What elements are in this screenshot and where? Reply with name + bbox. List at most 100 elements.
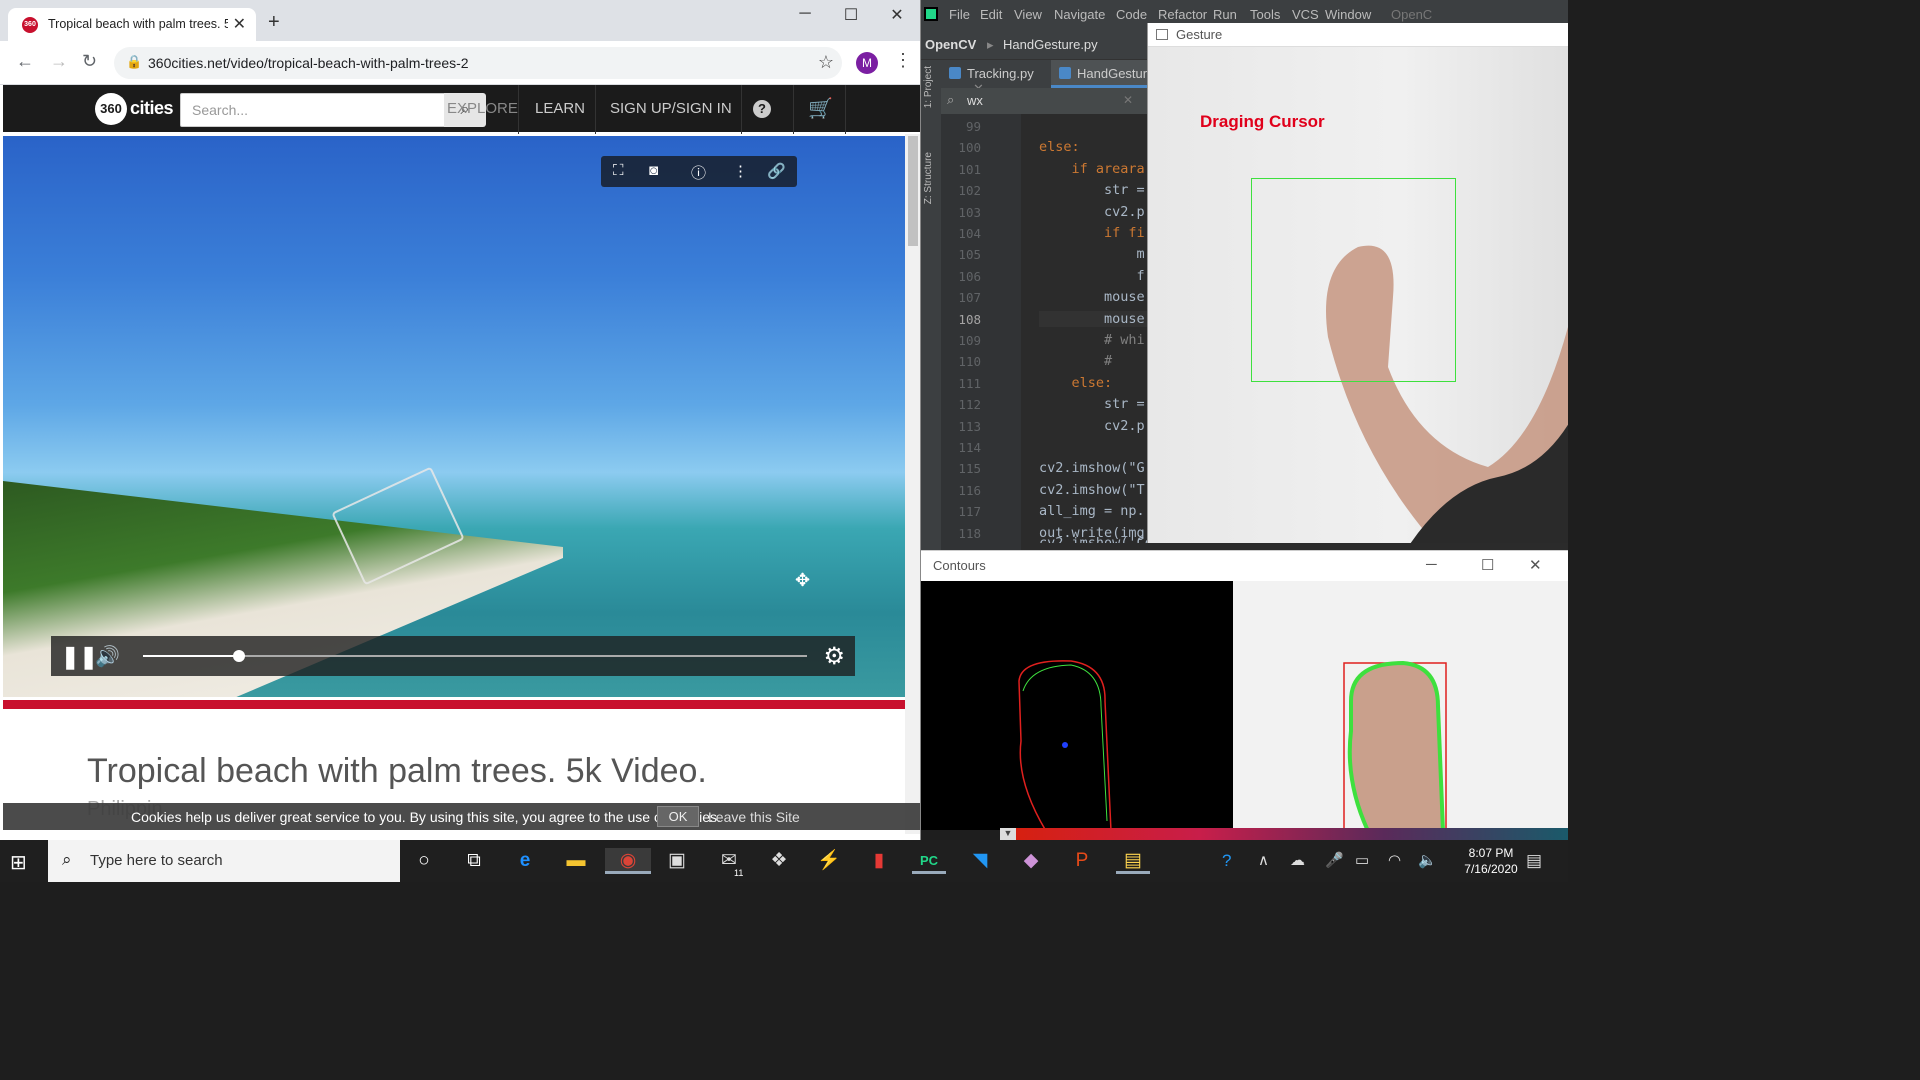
system-clock[interactable]: 8:07 PM 7/16/2020 bbox=[1453, 845, 1529, 877]
file-crumb[interactable]: HandGesture.py bbox=[1003, 37, 1098, 52]
taskbar-search[interactable]: ⌕ Type here to search bbox=[48, 840, 400, 882]
office-icon[interactable]: ▮ bbox=[862, 848, 896, 874]
cortana-icon[interactable]: ○ bbox=[407, 848, 441, 874]
app-bolt-icon[interactable]: ⚡ bbox=[812, 848, 846, 874]
chrome-menu-icon[interactable]: ⋮ bbox=[894, 50, 912, 71]
fullscreen-icon[interactable]: ⛶ bbox=[613, 162, 624, 179]
scrollbar-thumb[interactable] bbox=[908, 136, 918, 246]
nav-learn[interactable]: LEARN bbox=[535, 100, 585, 117]
tab-tracking[interactable]: Tracking.py ✕ bbox=[941, 60, 1059, 96]
maximize-button[interactable]: ☐ bbox=[1481, 556, 1494, 574]
menu-edit[interactable]: Edit bbox=[980, 7, 1002, 22]
vscode-icon[interactable]: ◥ bbox=[963, 848, 997, 874]
volume-tray-icon[interactable]: 🔈 bbox=[1418, 851, 1437, 869]
info-icon[interactable]: ⓘ bbox=[691, 162, 706, 183]
edge-icon[interactable]: e bbox=[508, 848, 542, 874]
find-query[interactable]: wx bbox=[967, 93, 983, 108]
code-line[interactable]: cv2.imshow("G bbox=[1039, 460, 1145, 476]
code-line[interactable]: cv2.imshow("T bbox=[1039, 482, 1145, 498]
menu-code[interactable]: Code bbox=[1116, 7, 1147, 22]
close-window-button[interactable]: ✕ bbox=[874, 5, 920, 25]
menu-view[interactable]: View bbox=[1014, 7, 1042, 22]
code-line[interactable]: str = bbox=[1039, 396, 1145, 412]
powerpoint-icon[interactable]: P bbox=[1065, 848, 1099, 874]
site-search-input[interactable]: Search... bbox=[180, 93, 445, 127]
wifi-icon[interactable]: ◠ bbox=[1388, 851, 1401, 869]
menu-refactor[interactable]: Refactor bbox=[1158, 7, 1207, 22]
code-line[interactable]: mouse bbox=[1039, 289, 1145, 305]
close-tab-icon[interactable]: ✕ bbox=[233, 14, 246, 34]
project-crumb[interactable]: OpenCV bbox=[925, 37, 976, 52]
menu-file[interactable]: File bbox=[949, 7, 970, 22]
menu-tools[interactable]: Tools bbox=[1250, 7, 1280, 22]
bookmark-star-icon[interactable]: ☆ bbox=[818, 52, 834, 73]
menu-vcs[interactable]: VCS bbox=[1292, 7, 1319, 22]
code-line[interactable]: # whi bbox=[1039, 332, 1145, 348]
nav-signup[interactable]: SIGN UP/SIGN IN bbox=[610, 100, 732, 117]
code-line[interactable]: if areara bbox=[1039, 161, 1145, 177]
code-line[interactable]: else: bbox=[1039, 375, 1113, 391]
seek-handle[interactable] bbox=[233, 650, 246, 662]
help-tray-icon[interactable]: ? bbox=[1222, 851, 1231, 871]
reload-icon[interactable]: ↻ bbox=[82, 51, 97, 72]
cart-icon[interactable]: 🛒 bbox=[808, 96, 833, 121]
battery-icon[interactable]: ▭ bbox=[1355, 851, 1369, 869]
code-line[interactable]: cv2.p bbox=[1039, 418, 1145, 434]
code-line[interactable]: # bbox=[1039, 353, 1112, 369]
profile-avatar[interactable]: M bbox=[856, 52, 878, 74]
code-line[interactable]: m bbox=[1039, 246, 1145, 262]
menu-window[interactable]: Window bbox=[1325, 7, 1371, 22]
pause-icon[interactable]: ❚❚ bbox=[61, 644, 98, 670]
python-taskbar-icon[interactable]: ▤ bbox=[1116, 848, 1150, 874]
code-line[interactable]: f bbox=[1039, 268, 1145, 284]
file-explorer-icon[interactable]: ▬ bbox=[559, 848, 593, 874]
chevron-up-icon[interactable]: ∧ bbox=[1258, 851, 1269, 869]
page-scrollbar[interactable] bbox=[905, 134, 920, 834]
dropbox-icon[interactable]: ❖ bbox=[762, 848, 796, 874]
windows-start-icon[interactable]: ⊞ bbox=[10, 850, 27, 875]
clear-icon[interactable]: ✕ bbox=[1123, 93, 1133, 107]
link-icon[interactable]: 🔗 bbox=[767, 162, 786, 180]
help-icon[interactable]: ? bbox=[753, 100, 771, 118]
new-tab-button[interactable]: + bbox=[268, 11, 280, 34]
contour-outline bbox=[1018, 660, 1112, 830]
code-line[interactable]: else: bbox=[1039, 139, 1080, 155]
chrome-taskbar-icon[interactable]: ◉ bbox=[605, 848, 651, 874]
site-logo-badge[interactable]: 360 bbox=[95, 93, 127, 125]
minimize-button[interactable]: ─ bbox=[782, 5, 828, 23]
project-tool-tab[interactable]: 1: Project bbox=[923, 66, 934, 108]
back-icon[interactable]: ← bbox=[16, 51, 34, 72]
notification-icon[interactable]: ▤ bbox=[1526, 851, 1542, 871]
microphone-icon[interactable]: 🎤 bbox=[1325, 851, 1344, 869]
code-line[interactable]: cv2.p bbox=[1039, 204, 1145, 220]
gear-icon[interactable]: ⚙ bbox=[823, 642, 845, 671]
seek-bar[interactable] bbox=[143, 650, 807, 662]
forward-icon[interactable]: → bbox=[50, 51, 68, 72]
leave-site-link[interactable]: Leave this Site bbox=[708, 809, 800, 825]
close-window-button[interactable]: ✕ bbox=[1529, 556, 1542, 574]
browser-tab[interactable]: 360 Tropical beach with palm trees. 5 ✕ bbox=[8, 8, 256, 41]
app-diamond-icon[interactable]: ◆ bbox=[1014, 848, 1048, 874]
volume-icon[interactable]: 🔊 bbox=[95, 644, 120, 669]
video-player[interactable]: ⛶ ◙ ⓘ ⋮ 🔗 ✥ ❚❚ 🔊 ⚙ bbox=[3, 136, 905, 697]
nav-explore[interactable]: EXPLORE bbox=[447, 100, 518, 117]
store-icon[interactable]: ▣ bbox=[660, 848, 694, 874]
minimize-button[interactable]: ─ bbox=[1426, 556, 1437, 573]
mail-icon[interactable]: ✉ 11 bbox=[712, 848, 746, 878]
address-bar[interactable]: 🔒 360cities.net/video/tropical-beach-wit… bbox=[114, 47, 842, 79]
maximize-button[interactable]: ☐ bbox=[828, 5, 874, 25]
task-view-icon[interactable]: ⧉ bbox=[457, 848, 491, 874]
pycharm-taskbar-icon[interactable]: PC bbox=[912, 848, 946, 874]
more-icon[interactable]: ⋮ bbox=[733, 162, 748, 180]
code-line[interactable]: all_img = np. bbox=[1039, 503, 1145, 519]
onedrive-icon[interactable]: ☁ bbox=[1290, 851, 1305, 869]
cookie-ok-button[interactable]: OK bbox=[657, 806, 699, 827]
dropdown-arrow-icon[interactable]: ▼ bbox=[1000, 828, 1016, 840]
structure-tool-tab[interactable]: Z: Structure bbox=[923, 152, 934, 204]
menu-run[interactable]: Run bbox=[1213, 7, 1237, 22]
code-line[interactable]: if fi bbox=[1039, 225, 1145, 241]
code-line[interactable]: str = bbox=[1039, 182, 1145, 198]
site-logo-text[interactable]: cities bbox=[130, 98, 174, 119]
vr-headset-icon[interactable]: ◙ bbox=[649, 162, 658, 179]
menu-navigate[interactable]: Navigate bbox=[1054, 7, 1105, 22]
